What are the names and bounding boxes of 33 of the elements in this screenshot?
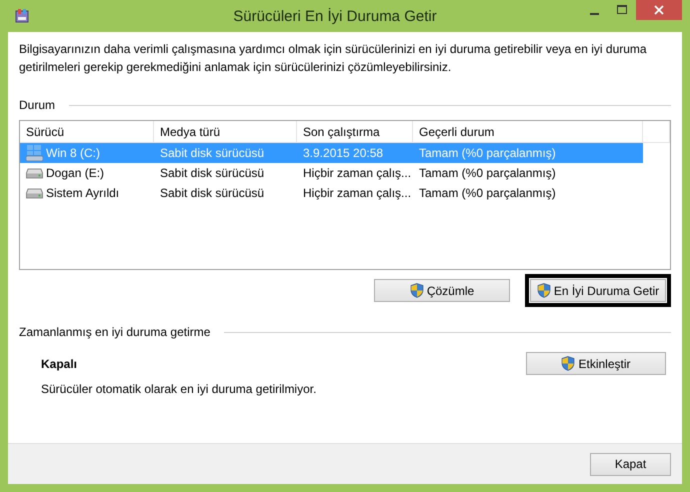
table-cell-text: Sabit disk sürücüsü xyxy=(159,185,266,202)
drive-name-cell[interactable]: Dogan (E:) xyxy=(20,163,154,183)
table-cell-text: Hiçbir zaman çalış... xyxy=(302,185,412,202)
minimize-icon xyxy=(590,13,598,15)
section-heading: Zamanlanmış en iyi duruma getirme xyxy=(19,325,210,339)
table-cell-text: Hiçbir zaman çalış... xyxy=(302,165,412,182)
table-cell-text: Tamam (%0 parçalanmış) xyxy=(418,165,557,182)
window-title: Sürücüleri En İyi Duruma Getir xyxy=(232,8,438,24)
drive-name-cell[interactable]: Sistem Ayrıldı xyxy=(20,183,154,203)
table-cell: Tamam (%0 parçalanmış) xyxy=(413,143,643,163)
close-dialog-button[interactable]: Kapat xyxy=(590,452,671,476)
maximize-icon xyxy=(617,5,627,15)
defrag-app-icon xyxy=(14,8,30,24)
drive-icon xyxy=(26,168,43,178)
shield-icon xyxy=(536,283,551,298)
schedule-detail: Sürücüler otomatik olarak en iyi duruma getirilmiyor. xyxy=(40,382,318,396)
enable-button[interactable]: Etkinleştir xyxy=(526,352,666,375)
shield-icon xyxy=(561,356,576,371)
drive-icon xyxy=(26,188,43,198)
close-button[interactable] xyxy=(636,0,682,20)
table-cell-text: Tamam (%0 parçalanmış) xyxy=(418,185,557,202)
table-cell: 3.9.2015 20:58 xyxy=(297,143,413,163)
table-cell-text: Sabit disk sürücüsü xyxy=(159,165,266,182)
section-heading: Durum xyxy=(19,98,56,112)
close-icon xyxy=(654,5,664,15)
table-cell: Sabit disk sürücüsü xyxy=(154,143,297,163)
column-header xyxy=(643,121,670,143)
windows-drive-icon xyxy=(26,145,43,161)
description-text: Bilgisayarınızın daha verimli çalışmasına yardımcı olmak için sürücülerinizi en iyi duruma getirebilir veya en iyi duruma getirilmeleri gerekip gerekmediğini anlamak için sürücülerinizi çözümleyebilirsiniz. xyxy=(19,41,648,76)
action-button[interactable]: En İyi Duruma Getir xyxy=(530,279,666,302)
schedule-state: Kapalı xyxy=(40,356,78,370)
shield-icon xyxy=(410,283,424,298)
action-button[interactable]: Çözümle xyxy=(374,279,510,302)
